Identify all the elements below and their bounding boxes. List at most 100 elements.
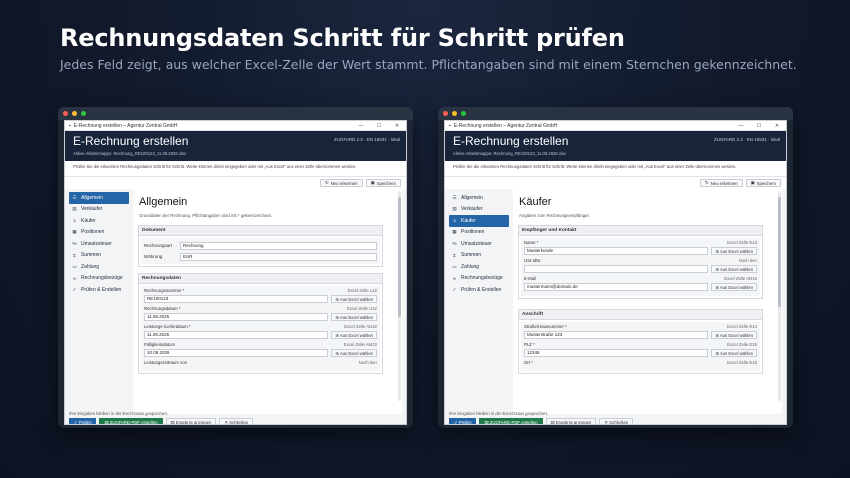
excel-pick-label: Aus Excel wählen — [719, 267, 753, 272]
nav-summen[interactable]: Σ Summen — [449, 250, 509, 262]
zoom-dot[interactable] — [81, 111, 86, 116]
nav-kaeufer[interactable]: ☺ Käufer — [69, 215, 129, 227]
excel-pick-button[interactable]: ⊞ Aus Excel wählen — [331, 295, 377, 303]
nav-rechnungsbezuege[interactable]: ∞ Rechnungsbezüge — [69, 273, 129, 285]
app-window: ▪ E-Rechnung erstellen – Agentur Zentral… — [64, 120, 407, 425]
create-pdf-button[interactable]: ▤ ZUGFeRD-PDF erstellen — [479, 418, 543, 424]
select-waehrung[interactable]: EUR — [180, 252, 377, 261]
show-result-label: Ergebnis anzeigen — [555, 420, 592, 425]
input-plz[interactable]: 12345 — [524, 349, 709, 357]
scrollbar-thumb[interactable] — [778, 197, 781, 307]
minimize-dot[interactable] — [452, 111, 457, 116]
nav-zahlung[interactable]: ▭ Zahlung — [69, 261, 129, 273]
select-rechnungsart[interactable]: Rechnung — [180, 241, 377, 250]
input-ustid[interactable] — [524, 265, 709, 273]
check-button[interactable]: ✓ Prüfen — [449, 418, 477, 424]
nav-allgemein[interactable]: ☰ Allgemein — [69, 192, 129, 204]
excel-pick-button[interactable]: ⊞ Aus Excel wählen — [711, 265, 757, 273]
nav-label: Verkäufer — [81, 206, 103, 213]
nav-umsatzsteuer[interactable]: % Umsatzsteuer — [69, 238, 129, 250]
app-icon: ▪ — [449, 122, 451, 129]
nav-rechnungsbezuege[interactable]: ∞ Rechnungsbezüge — [449, 273, 509, 285]
sidebar: ☰ Allgemein ▥ Verkäufer ☺ Käufer ▦ Positione… — [445, 189, 513, 414]
input-email[interactable]: mustermann@domain.de — [524, 283, 709, 291]
group-title: Dokument — [139, 226, 382, 236]
excel-pick-button[interactable]: ⊞ Aus Excel wählen — [711, 331, 757, 339]
list-icon: ☰ — [72, 194, 77, 200]
close-dot[interactable] — [443, 111, 448, 116]
excel-pick-button[interactable]: ⊞ Aus Excel wählen — [331, 349, 377, 357]
input-rechnungsdatum[interactable]: 11.08.2026 — [144, 313, 329, 321]
show-result-button[interactable]: ▤ Ergebnis anzeigen — [545, 418, 597, 425]
field-source: Excel Zelle AD22 — [344, 324, 377, 329]
refresh-button[interactable]: ↻ Neu erkennen — [319, 179, 363, 187]
close-dot[interactable] — [63, 111, 68, 116]
nav-summen[interactable]: Σ Summen — [69, 250, 129, 262]
create-pdf-button[interactable]: ▤ ZUGFeRD-PDF erstellen — [99, 418, 163, 424]
status-text: Ihre Eingaben bleiben in der Excel-Datei… — [69, 411, 168, 416]
minimize-button[interactable]: — — [352, 123, 370, 129]
input-name[interactable]: Musterkunde — [524, 247, 709, 255]
maximize-button[interactable]: ☐ — [370, 123, 388, 129]
save-button[interactable]: ▣ Speichern — [365, 179, 401, 187]
nav-kaeufer[interactable]: ☺ Käufer — [449, 215, 509, 227]
nav-label: Allgemein — [81, 194, 103, 201]
maximize-button[interactable]: ☐ — [750, 123, 768, 129]
refresh-button[interactable]: ↻ Neu erkennen — [699, 179, 743, 187]
page-title: Käufer — [519, 196, 552, 208]
input-lieferdatum[interactable]: 11.08.2026 — [144, 331, 329, 339]
excel-pick-button[interactable]: ⊞ Aus Excel wählen — [711, 349, 757, 357]
nav-positionen[interactable]: ▦ Positionen — [69, 227, 129, 239]
scrollbar[interactable] — [398, 191, 401, 401]
nav-verkaeufer[interactable]: ▥ Verkäufer — [69, 204, 129, 216]
nav-verkaeufer[interactable]: ▥ Verkäufer — [449, 204, 509, 216]
field-email: E-Mail Excel Zelle AD16 mustermann@domain… — [524, 276, 757, 291]
field-faelligkeitsdatum: Fälligkeitsdatum Excel Zelle AM22 10.09.2… — [144, 342, 377, 357]
scrollbar-thumb[interactable] — [398, 197, 401, 317]
excel-pick-button[interactable]: ⊞ Aus Excel wählen — [711, 283, 757, 291]
minimize-dot[interactable] — [72, 111, 77, 116]
close-dialog-button[interactable]: ✕ Schließen — [219, 418, 254, 424]
input-strasse[interactable]: Musterstraße 123 — [524, 331, 709, 339]
save-label: Speichern — [756, 180, 776, 186]
close-dialog-button[interactable]: ✕ Schließen — [599, 418, 634, 424]
nav-label: Verkäufer — [461, 206, 483, 213]
nav-positionen[interactable]: ▦ Positionen — [449, 227, 509, 239]
refresh-label: Neu erkennen — [710, 180, 738, 186]
hero-subtitle: Jedes Feld zeigt, aus welcher Excel-Zell… — [60, 57, 797, 72]
excel-pick-button[interactable]: ⊞ Aus Excel wählen — [711, 247, 757, 255]
nav-label: Zahlung — [81, 263, 100, 270]
nav-umsatzsteuer[interactable]: % Umsatzsteuer — [449, 238, 509, 250]
nav-label: Allgemein — [461, 194, 483, 201]
close-button[interactable]: ✕ — [388, 123, 406, 129]
input-faelligkeitsdatum[interactable]: 10.09.2026 — [144, 349, 329, 357]
close-button[interactable]: ✕ — [768, 123, 786, 129]
group-empfaenger: Empfänger und Kontakt Name * Excel Zelle … — [518, 225, 763, 299]
footer-buttons: ✓ Prüfen ▤ ZUGFeRD-PDF erstellen ▤ Ergeb… — [69, 418, 254, 424]
excel-pick-button[interactable]: ⊞ Aus Excel wählen — [331, 331, 377, 339]
nav-label: Rechnungsbezüge — [461, 275, 503, 282]
show-result-button[interactable]: ▤ Ergebnis anzeigen — [165, 418, 217, 424]
field-label: Leistungs-/Lieferdatum * — [144, 324, 191, 329]
person-icon: ☺ — [72, 218, 77, 224]
percent-icon: % — [72, 241, 77, 247]
check-button[interactable]: ✓ Prüfen — [69, 418, 97, 424]
nav-pruefen[interactable]: ✓ Prüfen & Erstellen — [69, 284, 129, 296]
scrollbar[interactable] — [778, 191, 781, 401]
group-dokument: Dokument Rechnungsart Rechnung Währung EUR — [138, 225, 383, 267]
page-subtitle: Grunddaten der Rechnung. Pflichtangaben … — [139, 213, 273, 218]
save-button[interactable]: ▣ Speichern — [745, 179, 781, 187]
header-standard: ZUGFeRD 2.3 · EN 16931 · lokal — [713, 137, 780, 142]
zoom-dot[interactable] — [461, 111, 466, 116]
save-icon: ▣ — [750, 180, 755, 185]
field-source: Excel Zelle E15 — [727, 342, 757, 347]
nav-zahlung[interactable]: ▭ Zahlung — [449, 261, 509, 273]
excel-pick-button[interactable]: ⊞ Aus Excel wählen — [331, 313, 377, 321]
nav-pruefen[interactable]: ✓ Prüfen & Erstellen — [449, 284, 509, 296]
minimize-button[interactable]: — — [732, 123, 750, 129]
nav-allgemein[interactable]: ☰ Allgemein — [449, 192, 509, 204]
app-icon: ▪ — [69, 122, 71, 129]
field-label: Rechnungsnummer * — [144, 288, 185, 293]
input-rechnungsnummer[interactable]: RE100123 — [144, 295, 329, 303]
header-workbook: Aktive Arbeitsmappe: Rechnung_RE100123_1… — [453, 151, 567, 156]
